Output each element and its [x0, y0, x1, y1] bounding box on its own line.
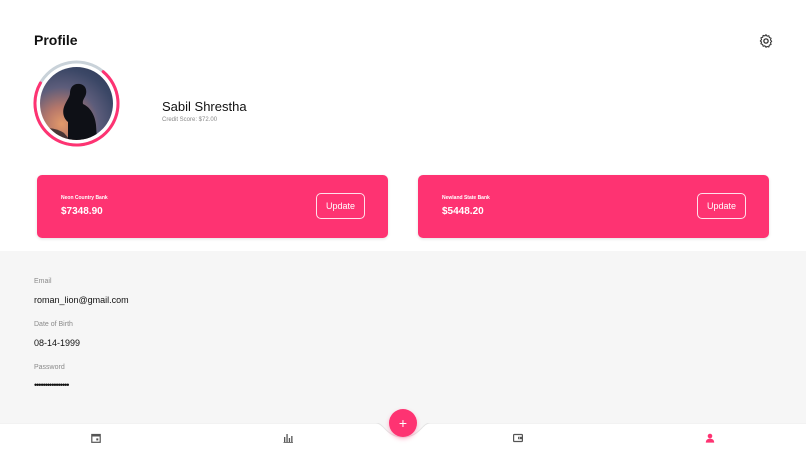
person-icon[interactable]: [705, 433, 715, 443]
calendar-icon[interactable]: [91, 433, 101, 443]
password-value[interactable]: ••••••••••••••••: [34, 380, 69, 390]
account-balance: $7348.90: [61, 206, 103, 217]
email-value[interactable]: roman_lion@gmail.com: [34, 295, 129, 305]
dob-value[interactable]: 08-14-1999: [34, 338, 80, 348]
profile-header-section: Profile Sabil Shrestha Credit Score: $72…: [0, 0, 806, 251]
update-button[interactable]: Update: [316, 193, 365, 219]
avatar-image: [40, 67, 113, 140]
account-balance: $5448.20: [442, 206, 484, 217]
dob-label: Date of Birth: [34, 321, 73, 328]
user-name: Sabil Shrestha: [162, 99, 247, 114]
bank-name: Newland State Bank: [442, 195, 490, 201]
bank-card: Newland State Bank $5448.20 Update: [418, 175, 769, 238]
bank-card: Neon Country Bank $7348.90 Update: [37, 175, 388, 238]
page-title: Profile: [34, 32, 78, 48]
avatar[interactable]: [33, 60, 120, 147]
credit-score-text: Credit Score: $72.00: [162, 117, 218, 123]
add-button[interactable]: +: [389, 409, 417, 437]
bank-name: Neon Country Bank: [61, 195, 108, 201]
gear-icon[interactable]: [758, 33, 774, 49]
password-label: Password: [34, 364, 65, 371]
update-button[interactable]: Update: [697, 193, 746, 219]
bar-chart-icon[interactable]: [283, 433, 293, 443]
email-label: Email: [34, 278, 52, 285]
wallet-icon[interactable]: [513, 433, 523, 443]
